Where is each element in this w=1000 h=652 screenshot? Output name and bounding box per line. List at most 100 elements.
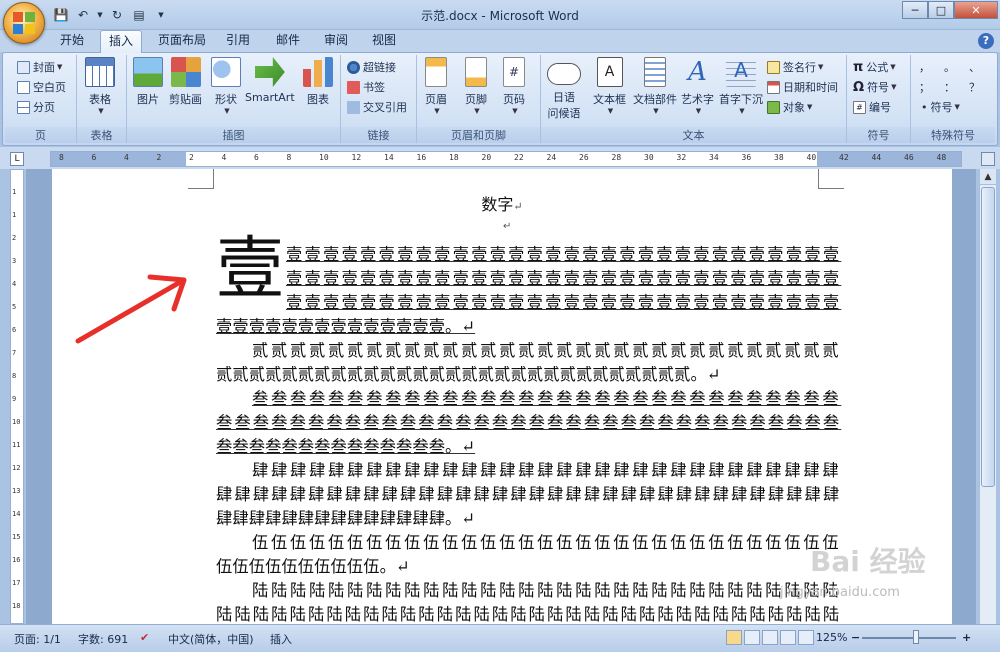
document-line[interactable]: 肆肆肆肆肆肆肆肆肆肆肆肆肆肆。↵	[216, 505, 475, 529]
vertical-scrollbar[interactable]: ▲	[979, 169, 996, 624]
document-line[interactable]: 叁叁叁叁叁叁叁叁叁叁叁叁叁叁叁叁叁叁叁叁叁叁叁叁叁叁叁叁叁叁叁叁叁叁	[216, 409, 841, 433]
bookmark-button[interactable]: 书签	[347, 79, 385, 95]
equation-button[interactable]: π 公式 ▼	[853, 59, 896, 75]
web-layout-icon[interactable]	[762, 630, 778, 645]
drop-cap-button[interactable]: A 首字下沉 ▼	[719, 57, 763, 115]
document-line[interactable]: 叁叁叁叁叁叁叁叁叁叁叁叁叁叁叁叁叁叁叁叁叁叁叁叁叁叁叁叁叁叁叁	[252, 385, 841, 409]
zoom-in-button[interactable]: +	[962, 631, 971, 644]
document-line[interactable]: 叁叁叁叁叁叁叁叁叁叁叁叁叁叁。↵	[216, 433, 475, 457]
document-line[interactable]: 伍伍伍伍伍伍伍伍伍伍伍伍伍伍伍伍伍伍伍伍伍伍伍伍伍伍伍伍伍伍伍	[252, 529, 841, 553]
full-screen-reading-icon[interactable]	[744, 630, 760, 645]
horizontal-ruler[interactable]: 8 6 4 2 2 4 6 8 10 12 14 16 18 20 22 24 26 28 30 32 34 36 38 40…	[50, 151, 962, 167]
view-ruler-button[interactable]	[981, 152, 995, 166]
tab-review[interactable]: 审阅	[316, 30, 356, 52]
minimize-button[interactable]: ─	[902, 1, 928, 19]
document-line[interactable]: 壹壹壹壹壹壹壹壹壹壹壹壹壹壹壹壹壹壹壹壹壹壹壹壹壹壹壹壹壹壹	[286, 289, 841, 313]
document-line[interactable]: 壹壹壹壹壹壹壹壹壹壹壹壹壹壹。↵	[216, 313, 475, 337]
office-button[interactable]	[3, 2, 45, 44]
drop-cap-character[interactable]: 壹	[216, 234, 284, 306]
ruler-tick-label: 1	[12, 188, 17, 196]
page-count[interactable]: 页面: 1/1	[14, 631, 61, 647]
symbol-button[interactable]: Ω 符号 ▼	[853, 79, 896, 95]
insert-mode[interactable]: 插入	[270, 631, 292, 647]
bookmark-icon	[347, 80, 360, 94]
document-line[interactable]: 肆肆肆肆肆肆肆肆肆肆肆肆肆肆肆肆肆肆肆肆肆肆肆肆肆肆肆肆肆肆肆肆肆肆	[216, 481, 841, 505]
scroll-up-icon[interactable]: ▲	[980, 169, 996, 185]
draft-icon[interactable]	[798, 630, 814, 645]
clipart-button[interactable]: 剪贴画	[169, 57, 202, 107]
footer-button[interactable]: 页脚 ▼	[465, 57, 487, 115]
tab-mailings[interactable]: 邮件	[268, 30, 308, 52]
zoom-level[interactable]: 125%	[816, 631, 847, 644]
zoom-slider[interactable]	[862, 637, 956, 639]
ruler-tick-label: 9	[12, 395, 17, 403]
numbering-button[interactable]: # 编号	[853, 99, 891, 115]
textbox-button[interactable]: A 文本框 ▼	[593, 57, 626, 115]
object-icon	[767, 100, 780, 114]
special-symbol-button[interactable]: • 符号 ▼	[921, 99, 960, 115]
word-count[interactable]: 字数: 691	[78, 631, 128, 647]
cross-reference-button[interactable]: 交叉引用	[347, 99, 407, 115]
object-button[interactable]: 对象 ▼	[767, 99, 812, 115]
print-layout-icon[interactable]	[726, 630, 742, 645]
group-label-links: 链接	[341, 127, 416, 143]
outline-icon[interactable]	[780, 630, 796, 645]
document-line[interactable]: 肆肆肆肆肆肆肆肆肆肆肆肆肆肆肆肆肆肆肆肆肆肆肆肆肆肆肆肆肆肆肆	[252, 457, 841, 481]
wordart-button[interactable]: A 艺术字 ▼	[681, 57, 714, 115]
tab-home[interactable]: 开始	[52, 30, 92, 52]
picture-button[interactable]: 图片	[133, 57, 163, 107]
table-button[interactable]: 表格 ▼	[85, 57, 115, 115]
chart-button[interactable]: 图表	[303, 57, 333, 107]
tab-page-layout[interactable]: 页面布局	[150, 30, 214, 52]
header-button[interactable]: 页眉 ▼	[425, 57, 447, 115]
date-time-button[interactable]: 日期和时间	[767, 79, 838, 95]
document-line[interactable]: 贰贰贰贰贰贰贰贰贰贰贰贰贰贰贰贰贰贰贰贰贰贰贰贰贰贰贰贰贰贰贰	[252, 337, 841, 361]
ruler-tick-label: 28	[611, 153, 622, 162]
document-line[interactable]: 壹壹壹壹壹壹壹壹壹壹壹壹壹壹壹壹壹壹壹壹壹壹壹壹壹壹壹壹壹壹	[286, 265, 841, 289]
greeting-button[interactable]: 日语 问候语	[547, 57, 581, 121]
tab-selector-button[interactable]: L	[10, 152, 24, 166]
tab-references[interactable]: 引用	[218, 30, 258, 52]
picture-icon	[133, 57, 163, 87]
special-glyph-question[interactable]: ？	[969, 79, 980, 95]
ruler-tick-label: 18	[12, 602, 21, 610]
proofing-icon[interactable]: ✔	[140, 631, 149, 644]
pi-icon: π	[853, 59, 864, 75]
special-glyph-enum-comma[interactable]: 、	[969, 59, 980, 75]
language-indicator[interactable]: 中文(简体，中国)	[168, 631, 254, 647]
vertical-ruler[interactable]: 1 1 2 3 4 5 6 7 8 9 10 11 12 13 14 15 16 17 18	[10, 169, 24, 624]
document-line[interactable]: 伍伍伍伍伍伍伍伍伍伍。↵	[216, 553, 410, 577]
document-line[interactable]: 陆陆陆陆陆陆陆陆陆陆陆陆陆陆陆陆陆陆陆陆陆陆陆陆陆陆陆陆陆陆陆	[252, 577, 841, 601]
cover-page-button[interactable]: 封面 ▼	[17, 59, 62, 75]
page-break-button[interactable]: 分页	[17, 99, 55, 115]
help-icon[interactable]: ?	[978, 33, 994, 49]
ruler-tick-label: 17	[12, 579, 21, 587]
page-number-button[interactable]: # 页码 ▼	[503, 57, 525, 115]
smartart-button[interactable]: SmartArt	[245, 57, 295, 104]
tab-view[interactable]: 视图	[364, 30, 404, 52]
special-glyph-semicolon[interactable]: ；	[919, 79, 930, 95]
ruler-tick-label: 2	[12, 234, 17, 242]
shapes-button[interactable]: 形状 ▼	[211, 57, 241, 115]
maximize-button[interactable]: □	[928, 1, 954, 19]
document-line[interactable]: 贰贰贰贰贰贰贰贰贰贰贰贰贰贰贰贰贰贰贰贰贰贰贰贰贰贰贰贰贰。↵	[216, 361, 721, 385]
scrollbar-thumb[interactable]	[981, 187, 995, 487]
zoom-slider-thumb[interactable]	[913, 630, 919, 644]
blank-page-button[interactable]: 空白页	[17, 79, 66, 95]
special-glyph-colon[interactable]: ：	[944, 79, 955, 95]
document-line[interactable]: 陆陆陆陆陆陆陆陆陆陆陆陆陆陆陆陆陆陆陆陆陆陆陆陆陆陆陆陆陆陆陆陆陆陆	[216, 601, 841, 624]
zoom-out-button[interactable]: −	[851, 631, 860, 644]
close-button[interactable]: ✕	[954, 1, 998, 19]
signature-line-button[interactable]: 签名行 ▼	[767, 59, 823, 75]
group-header-footer: 页眉 ▼ 页脚 ▼ # 页码 ▼ 页眉和页脚	[417, 55, 541, 143]
document-line[interactable]: 壹壹壹壹壹壹壹壹壹壹壹壹壹壹壹壹壹壹壹壹壹壹壹壹壹壹壹壹壹壹	[286, 241, 841, 265]
special-glyph-comma[interactable]: ，	[919, 59, 930, 75]
special-glyph-period[interactable]: 。	[944, 59, 955, 75]
tab-insert[interactable]: 插入	[100, 30, 143, 53]
ruler-tick-label: 40	[806, 153, 817, 162]
quick-parts-button[interactable]: 文档部件 ▼	[633, 57, 677, 115]
ruler-tick-label: 8	[12, 372, 17, 380]
shapes-icon	[211, 57, 241, 87]
window-title: 示范.docx - Microsoft Word	[421, 9, 579, 23]
hyperlink-button[interactable]: 超链接	[347, 59, 396, 75]
